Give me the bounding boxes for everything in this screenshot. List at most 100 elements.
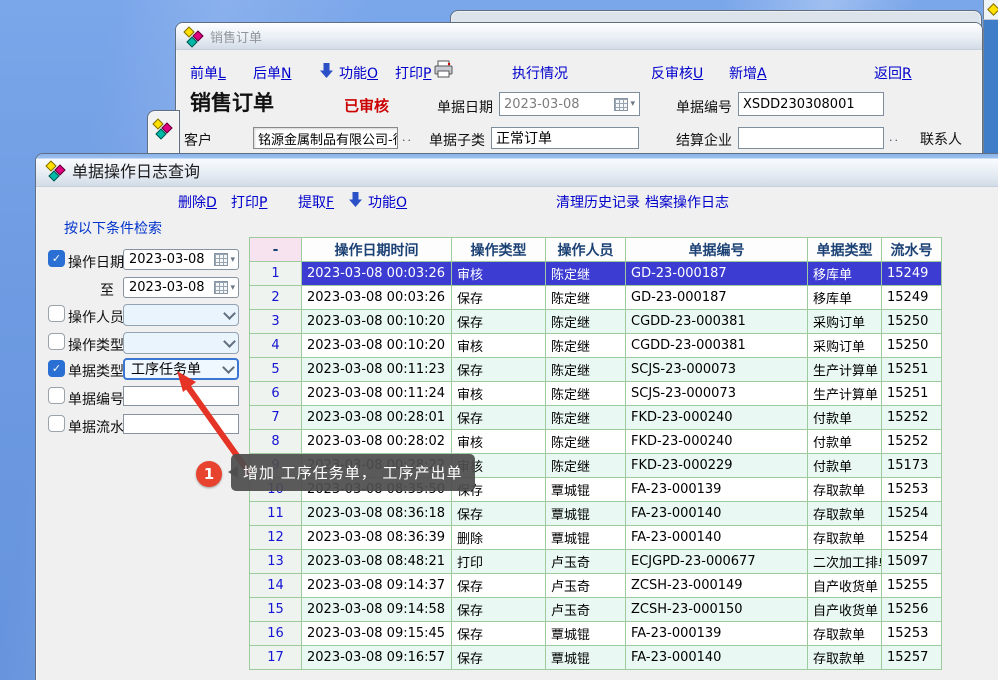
add-new-button[interactable]: 新增A — [729, 63, 767, 83]
table-row[interactable]: 172023-03-08 09:16:57保存覃城锟FA-23-000140存取… — [250, 646, 942, 670]
table-cell[interactable]: 2023-03-08 09:15:45 — [302, 622, 452, 646]
table-cell[interactable]: 15254 — [882, 502, 942, 526]
table-cell[interactable]: 保存 — [452, 286, 546, 310]
table-cell[interactable]: 15173 — [882, 454, 942, 478]
table-cell[interactable]: ZCSH-23-000149 — [626, 574, 808, 598]
table-cell[interactable]: 2023-03-08 00:11:23 — [302, 358, 452, 382]
doc-date-input[interactable]: 2023-03-08 ▾ — [499, 92, 640, 116]
calendar-icon[interactable] — [214, 281, 228, 294]
table-cell[interactable]: 覃城锟 — [546, 622, 626, 646]
table-row[interactable]: 12023-03-08 00:03:26审核陈定继GD-23-000187移库单… — [250, 262, 942, 286]
table-cell[interactable]: FA-23-000140 — [626, 502, 808, 526]
doc-serial-filter-input[interactable] — [123, 414, 239, 434]
table-cell[interactable]: 删除 — [452, 526, 546, 550]
sales-window-titlebar[interactable]: 销售订单 — [176, 23, 982, 50]
doc-no-filter-input[interactable] — [123, 386, 239, 406]
table-cell[interactable]: 审核 — [452, 430, 546, 454]
table-row[interactable]: 152023-03-08 09:14:58保存卢玉奇ZCSH-23-000150… — [250, 598, 942, 622]
doc-no-checkbox[interactable] — [48, 387, 65, 404]
dialog-titlebar[interactable]: 单据操作日志查询 — [36, 154, 998, 187]
table-cell[interactable]: 存取款单 — [808, 502, 882, 526]
table-cell[interactable]: 陈定继 — [546, 286, 626, 310]
table-cell[interactable]: 15252 — [882, 406, 942, 430]
row-number-cell[interactable]: 15 — [250, 598, 302, 622]
print-button[interactable]: 打印P — [395, 63, 431, 83]
table-cell[interactable]: 陈定继 — [546, 454, 626, 478]
table-cell[interactable]: 卢玉奇 — [546, 598, 626, 622]
table-row[interactable]: 122023-03-08 08:36:39删除覃城锟FA-23-000140存取… — [250, 526, 942, 550]
function-menu-button[interactable]: 功能O — [368, 192, 407, 212]
table-cell[interactable]: FA-23-000139 — [626, 622, 808, 646]
table-cell[interactable]: 陈定继 — [546, 406, 626, 430]
table-cell[interactable]: 生产计算单 — [808, 382, 882, 406]
column-header-3[interactable]: 操作人员 — [546, 238, 626, 262]
table-cell[interactable]: 15255 — [882, 574, 942, 598]
table-cell[interactable]: 审核 — [452, 262, 546, 286]
table-cell[interactable]: 2023-03-08 00:03:26 — [302, 262, 452, 286]
table-cell[interactable]: 2023-03-08 08:36:18 — [302, 502, 452, 526]
table-cell[interactable]: 2023-03-08 00:10:20 — [302, 310, 452, 334]
table-row[interactable]: 22023-03-08 00:03:26保存陈定继GD-23-000187移库单… — [250, 286, 942, 310]
table-cell[interactable]: 15256 — [882, 598, 942, 622]
table-cell[interactable]: 2023-03-08 00:10:20 — [302, 334, 452, 358]
table-cell[interactable]: 移库单 — [808, 262, 882, 286]
table-cell[interactable]: 打印 — [452, 550, 546, 574]
table-cell[interactable]: 付款单 — [808, 430, 882, 454]
column-header-5[interactable]: 单据类型 — [808, 238, 882, 262]
row-number-cell[interactable]: 7 — [250, 406, 302, 430]
table-row[interactable]: 52023-03-08 00:11:23保存陈定继SCJS-23-000073生… — [250, 358, 942, 382]
row-number-cell[interactable]: 12 — [250, 526, 302, 550]
op-user-checkbox[interactable] — [48, 305, 65, 322]
table-cell[interactable]: FA-23-000139 — [626, 478, 808, 502]
op-date-checkbox[interactable]: ✓ — [48, 250, 65, 267]
op-user-select[interactable] — [123, 304, 239, 326]
table-cell[interactable]: 2023-03-08 09:16:57 — [302, 646, 452, 670]
table-cell[interactable]: ECJGPD-23-000677 — [626, 550, 808, 574]
table-cell[interactable]: 卢玉奇 — [546, 550, 626, 574]
column-header-4[interactable]: 单据编号 — [626, 238, 808, 262]
table-cell[interactable]: 15251 — [882, 382, 942, 406]
calendar-icon[interactable] — [614, 98, 628, 111]
table-cell[interactable]: 生产计算单 — [808, 358, 882, 382]
table-cell[interactable]: 15254 — [882, 526, 942, 550]
table-row[interactable]: 112023-03-08 08:36:18保存覃城锟FA-23-000140存取… — [250, 502, 942, 526]
doc-no-input[interactable]: XSDD230308001 — [738, 92, 884, 116]
table-cell[interactable]: 采购订单 — [808, 310, 882, 334]
subtype-input[interactable]: 正常订单 — [491, 127, 639, 149]
table-cell[interactable]: FKD-23-000240 — [626, 430, 808, 454]
table-cell[interactable]: CGDD-23-000381 — [626, 334, 808, 358]
archive-log-button[interactable]: 档案操作日志 — [645, 192, 729, 212]
table-cell[interactable]: 保存 — [452, 502, 546, 526]
customer-input[interactable]: 铭源金属制品有限公司-徐小 — [253, 127, 398, 149]
table-cell[interactable]: 15251 — [882, 358, 942, 382]
table-row[interactable]: 72023-03-08 00:28:01保存陈定继FKD-23-000240付款… — [250, 406, 942, 430]
next-doc-button[interactable]: 后单N — [253, 63, 291, 83]
table-cell[interactable]: 2023-03-08 08:36:39 — [302, 526, 452, 550]
row-number-cell[interactable]: 3 — [250, 310, 302, 334]
table-row[interactable]: 62023-03-08 00:11:24审核陈定继SCJS-23-000073生… — [250, 382, 942, 406]
table-cell[interactable]: 覃城锟 — [546, 478, 626, 502]
settle-input[interactable] — [738, 127, 884, 149]
table-cell[interactable]: 15250 — [882, 334, 942, 358]
print-button[interactable]: 打印P — [231, 192, 267, 212]
calendar-icon[interactable] — [214, 253, 228, 266]
table-cell[interactable]: 审核 — [452, 334, 546, 358]
table-cell[interactable]: 2023-03-08 09:14:58 — [302, 598, 452, 622]
table-cell[interactable]: 15253 — [882, 478, 942, 502]
row-number-cell[interactable]: 6 — [250, 382, 302, 406]
table-row[interactable]: 32023-03-08 00:10:20保存陈定继CGDD-23-000381采… — [250, 310, 942, 334]
table-row[interactable]: 42023-03-08 00:10:20审核陈定继CGDD-23-000381采… — [250, 334, 942, 358]
table-cell[interactable]: FA-23-000140 — [626, 646, 808, 670]
table-cell[interactable]: 15249 — [882, 286, 942, 310]
table-cell[interactable]: 2023-03-08 00:28:02 — [302, 430, 452, 454]
table-cell[interactable]: 2023-03-08 00:03:26 — [302, 286, 452, 310]
table-cell[interactable]: 陈定继 — [546, 262, 626, 286]
column-header-2[interactable]: 操作类型 — [452, 238, 546, 262]
op-date-input[interactable]: 2023-03-08 ▾ — [123, 249, 239, 270]
table-cell[interactable]: 2023-03-08 00:11:24 — [302, 382, 452, 406]
column-header-6[interactable]: 流水号 — [882, 238, 942, 262]
table-cell[interactable]: CGDD-23-000381 — [626, 310, 808, 334]
column-header-1[interactable]: 操作日期时间 — [302, 238, 452, 262]
table-cell[interactable]: 保存 — [452, 646, 546, 670]
unaudit-button[interactable]: 反审核U — [651, 63, 703, 83]
